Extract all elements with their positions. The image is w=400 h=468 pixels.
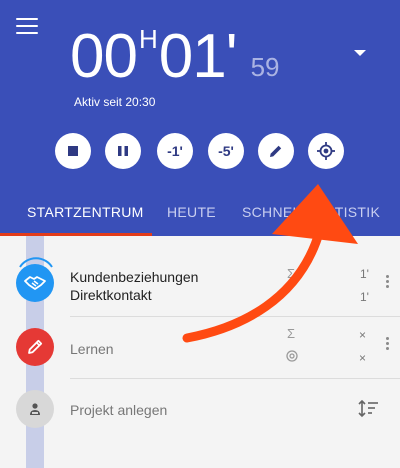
item-title-line1: Kundenbeziehungen <box>70 269 199 285</box>
item-title: Kundenbeziehungen Direktkontakt <box>70 268 198 304</box>
minus-five-minutes-button[interactable]: -5' <box>208 133 244 169</box>
tab-heute[interactable]: HEUTE <box>167 204 216 220</box>
sum-icon: Σ <box>287 326 296 341</box>
stop-icon <box>68 146 78 156</box>
active-since-label: Aktiv seit 20:30 <box>74 95 156 109</box>
dropdown-arrow-icon[interactable] <box>354 50 366 56</box>
pause-icon <box>118 146 128 156</box>
divider <box>70 316 400 317</box>
timer-display: 00 H 01' 59 <box>70 26 279 88</box>
minus-one-label: -1' <box>167 143 183 159</box>
hamburger-menu-icon[interactable] <box>16 18 38 36</box>
edit-button[interactable] <box>258 133 294 169</box>
tab-bar: STARTZENTRUM HEUTE SCHNELLSTATISTIK <box>0 190 400 236</box>
more-options-icon[interactable] <box>386 275 390 290</box>
locate-button[interactable] <box>308 133 344 169</box>
sort-icon[interactable] <box>358 399 380 419</box>
timer-seconds: 59 <box>250 52 280 82</box>
app-header: 00 H 01' 59 Aktiv seit 20:30 -1' -5' STA… <box>0 0 400 236</box>
minus-one-minute-button[interactable]: -1' <box>157 133 193 169</box>
timer-hour-unit: H <box>138 24 158 54</box>
target-icon <box>286 350 298 362</box>
timer-minutes: 01' <box>158 22 238 91</box>
divider <box>70 378 400 379</box>
item-title: Projekt anlegen <box>70 402 168 418</box>
tab-startzentrum[interactable]: STARTZENTRUM <box>27 204 144 220</box>
active-tab-indicator <box>0 233 152 236</box>
item-title-line2: Direktkontakt <box>70 287 152 303</box>
sum-value: 1' <box>360 267 369 281</box>
minus-five-label: -5' <box>218 143 234 159</box>
timer-controls: -1' -5' <box>0 133 400 169</box>
today-value: 1' <box>360 290 369 304</box>
crosshair-icon <box>317 142 335 160</box>
pencil-icon <box>270 145 282 157</box>
sum-value: × <box>359 328 367 342</box>
goal-value: × <box>359 351 367 365</box>
item-title: Lernen <box>70 341 114 357</box>
pause-button[interactable] <box>105 133 141 169</box>
pencil-icon <box>16 328 54 366</box>
project-icon <box>16 390 54 428</box>
stop-button[interactable] <box>55 133 91 169</box>
sum-icon: Σ <box>287 266 296 281</box>
more-options-icon[interactable] <box>386 337 390 352</box>
handshake-icon <box>16 264 54 302</box>
tab-schnellstatistik[interactable]: SCHNELLSTATISTIK <box>242 204 380 220</box>
timer-hours: 00 <box>70 22 138 91</box>
